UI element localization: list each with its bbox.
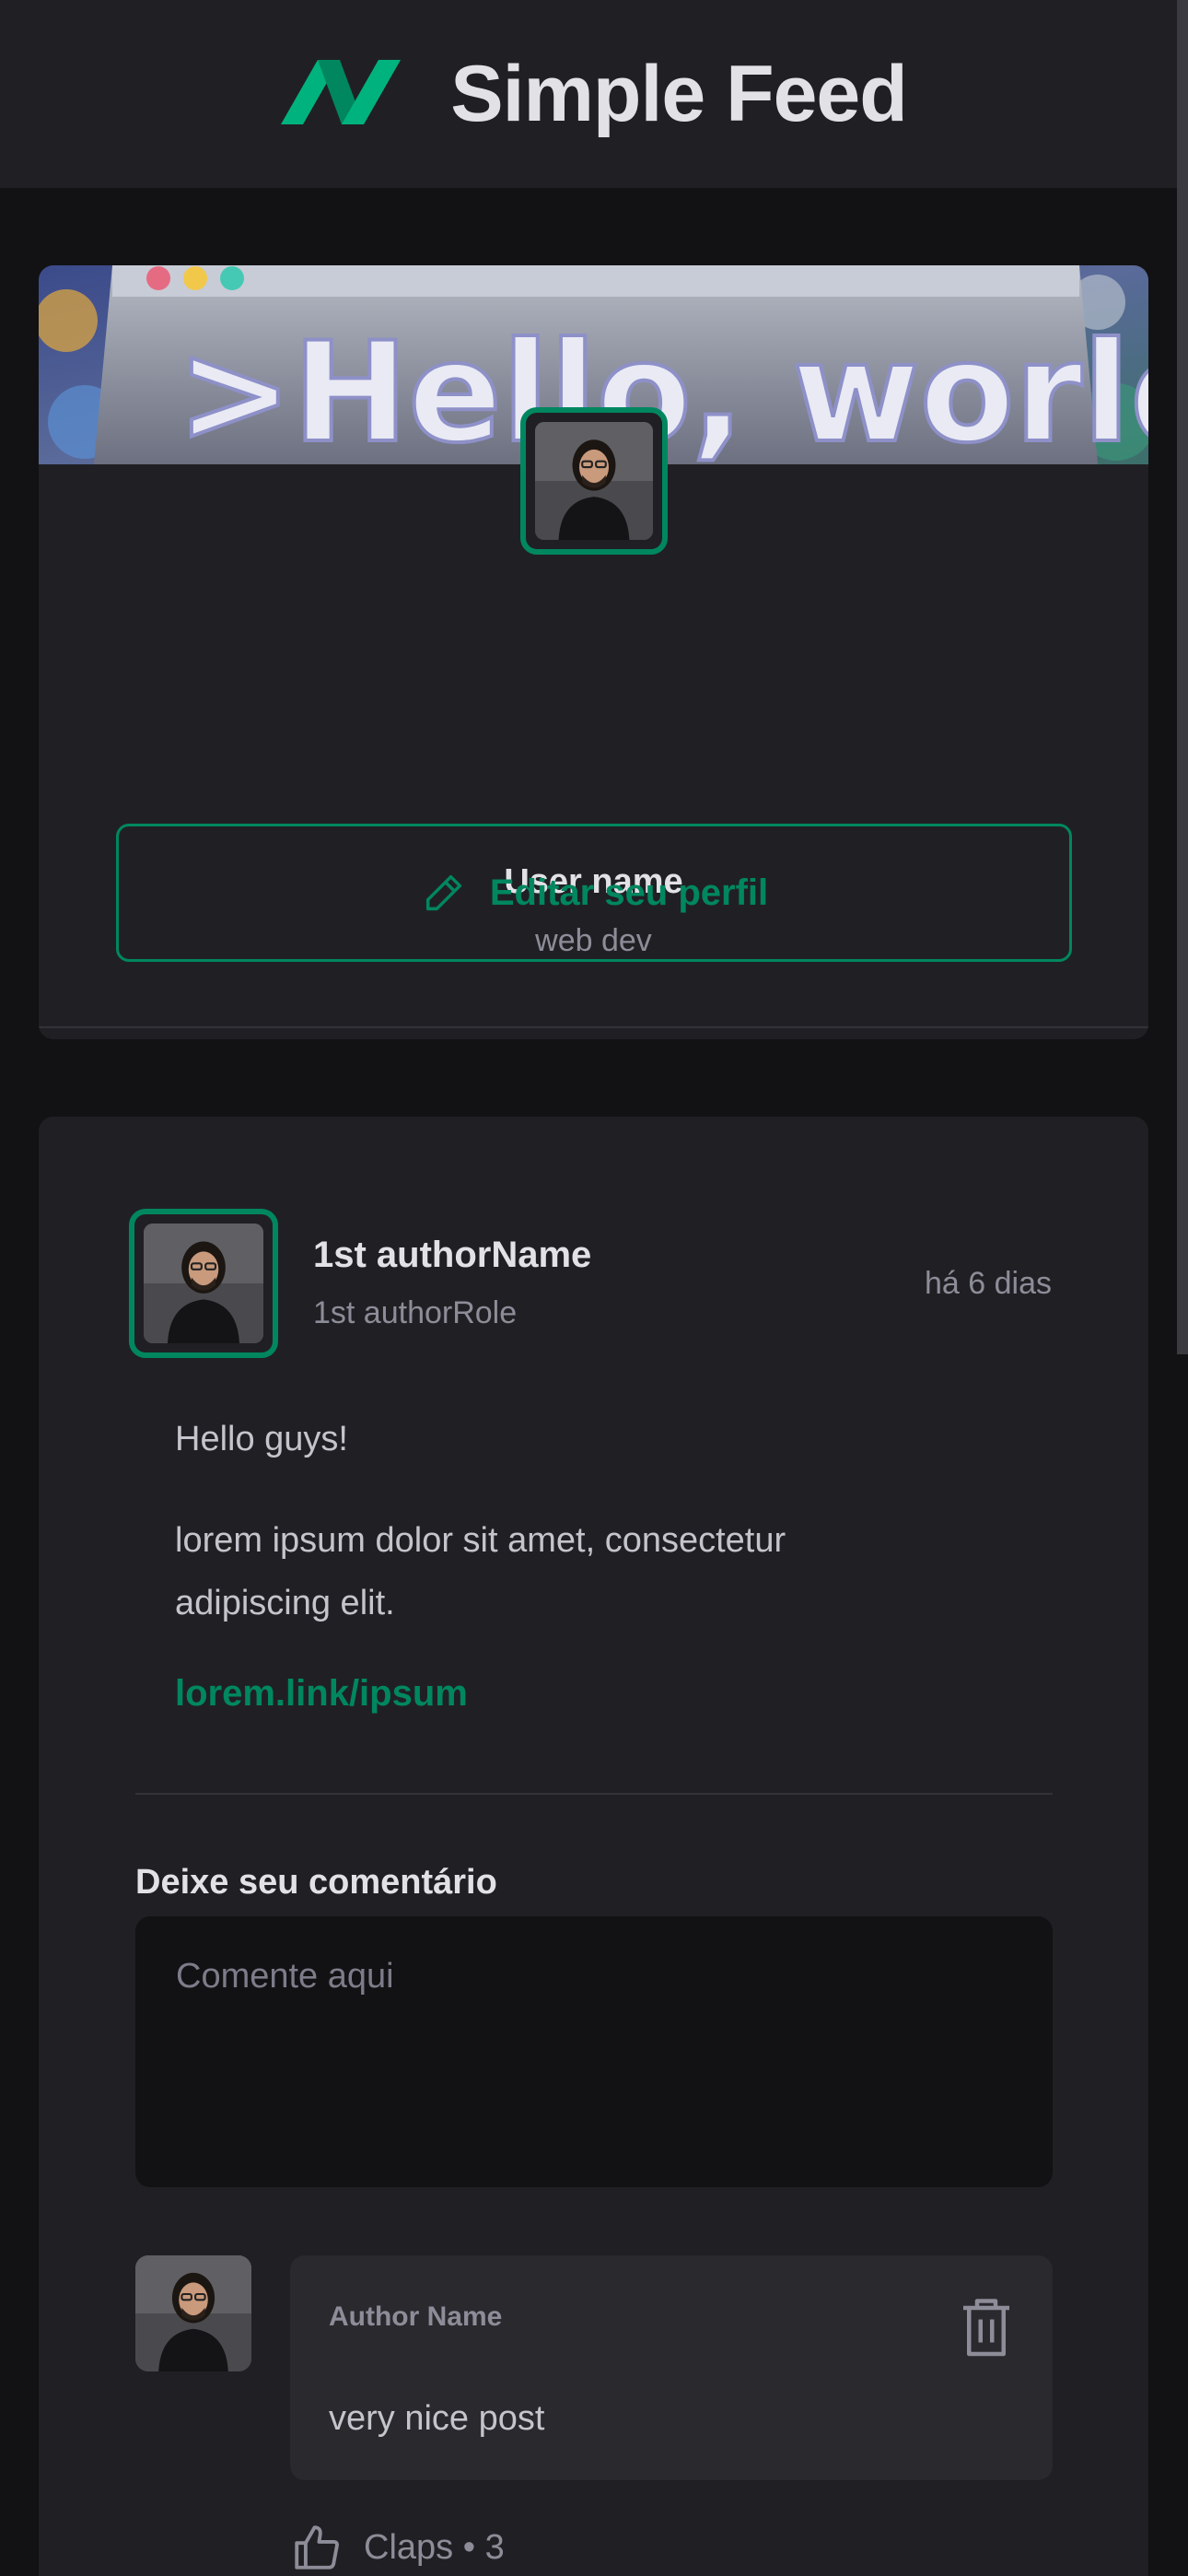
delete-comment-button[interactable] <box>959 2294 1014 2359</box>
page-scrollbar[interactable] <box>1177 0 1188 1354</box>
edit-profile-label: Editar seu perfil <box>489 872 769 913</box>
clap-button[interactable]: Claps • 3 <box>290 2521 505 2574</box>
avatar-photo <box>144 1224 263 1343</box>
simple-feed-logo-icon <box>281 60 402 124</box>
profile-avatar[interactable] <box>520 407 668 555</box>
post-paragraph: Hello guys! <box>175 1420 348 1458</box>
post-author-role: 1st authorRole <box>313 1295 518 1330</box>
avatar-photo <box>535 422 653 540</box>
post-author-name: 1st authorName <box>313 1235 592 1275</box>
comment-form-label: Deixe seu comentário <box>135 1863 497 1902</box>
post-paragraph: lorem ipsum dolor sit amet, consectetur … <box>175 1521 786 1622</box>
comment-input[interactable] <box>135 1916 1053 2187</box>
post-divider <box>135 1793 1053 1795</box>
pencil-icon <box>425 874 461 911</box>
comment-author-name: Author Name <box>329 2301 503 2332</box>
trash-icon <box>963 2299 1009 2357</box>
post-published-time: há 6 dias <box>925 1266 1052 1301</box>
comment-box: Author Name very nice post <box>290 2255 1053 2480</box>
comment-author-avatar[interactable] <box>135 2255 251 2371</box>
profile-divider <box>39 1026 1148 1028</box>
app-title: Simple Feed <box>450 49 908 138</box>
claps-count: Claps • 3 <box>364 2527 505 2567</box>
edit-profile-button[interactable]: Editar seu perfil <box>116 824 1072 962</box>
app-header: Simple Feed <box>0 0 1188 188</box>
post-author-avatar[interactable] <box>129 1209 278 1358</box>
thumbs-up-icon <box>295 2525 339 2570</box>
post-link[interactable]: lorem.link/ipsum <box>175 1673 468 1715</box>
comment-text: very nice post <box>329 2399 545 2438</box>
